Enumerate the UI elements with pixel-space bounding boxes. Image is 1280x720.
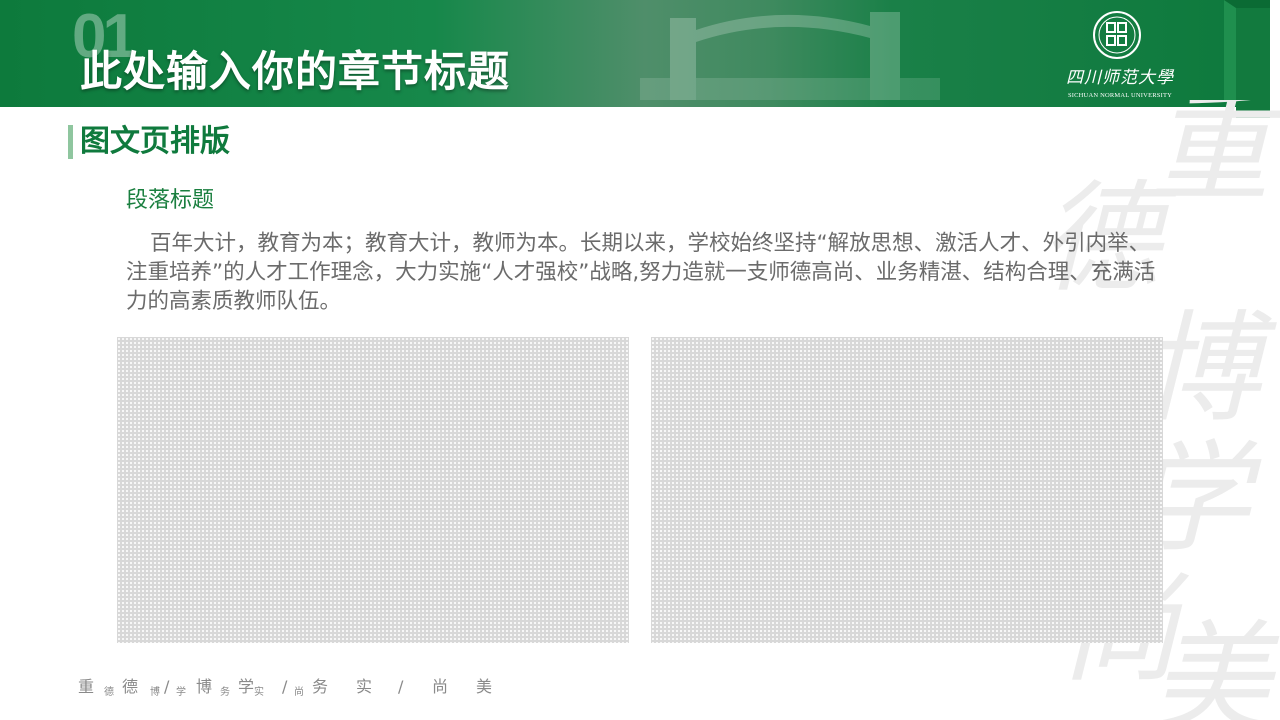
campus-gate-photo	[640, 12, 940, 100]
university-seal-icon	[1093, 11, 1141, 59]
motto-char: /	[398, 677, 404, 696]
motto-char: /	[164, 677, 170, 696]
motto-char: 实	[254, 687, 264, 698]
motto-char: 德	[104, 687, 114, 698]
motto-char: 博	[150, 687, 160, 698]
motto-char: 尚	[294, 687, 304, 698]
chapter-header-banner: 01 此处输入你的章节标题 四川师范大學 SICHUAN NORMAL UNIV…	[0, 0, 1240, 107]
footer-motto: 重 德 德 博 / 学 博 务 学 实 / 尚 务 实 / 尚 美	[78, 676, 518, 700]
paragraph-title: 段落标题	[126, 188, 215, 213]
chapter-title: 此处输入你的章节标题	[80, 47, 511, 96]
university-name-cn: 四川师范大學	[1066, 68, 1174, 88]
motto-char: 务	[220, 687, 230, 698]
motto-char: 学	[238, 677, 255, 696]
paragraph-body: 百年大计，教育为本；教育大计，教师为本。长期以来，学校始终坚持“解放思想、激活人…	[126, 231, 1156, 314]
image-placeholder-left[interactable]	[117, 337, 629, 643]
motto-char: /	[282, 677, 288, 696]
motto-char: 美	[476, 677, 493, 696]
motto-char: 实	[356, 677, 373, 696]
motto-char: 尚	[432, 677, 449, 696]
watermark-char: 美	[1150, 610, 1270, 720]
section-title: 图文页排版	[80, 124, 230, 159]
motto-char: 务	[312, 677, 329, 696]
watermark-char: 重	[1150, 100, 1270, 219]
image-placeholder-right[interactable]	[651, 337, 1163, 643]
motto-char: 博	[196, 677, 213, 696]
university-name-en: SICHUAN NORMAL UNIVERSITY	[1067, 92, 1173, 99]
motto-char: 德	[122, 677, 139, 696]
motto-char: 学	[176, 687, 186, 698]
motto-char: 重	[78, 677, 95, 696]
university-logo: 四川师范大學 SICHUAN NORMAL UNIVERSITY	[1060, 8, 1180, 104]
section-accent-bar	[68, 125, 73, 159]
